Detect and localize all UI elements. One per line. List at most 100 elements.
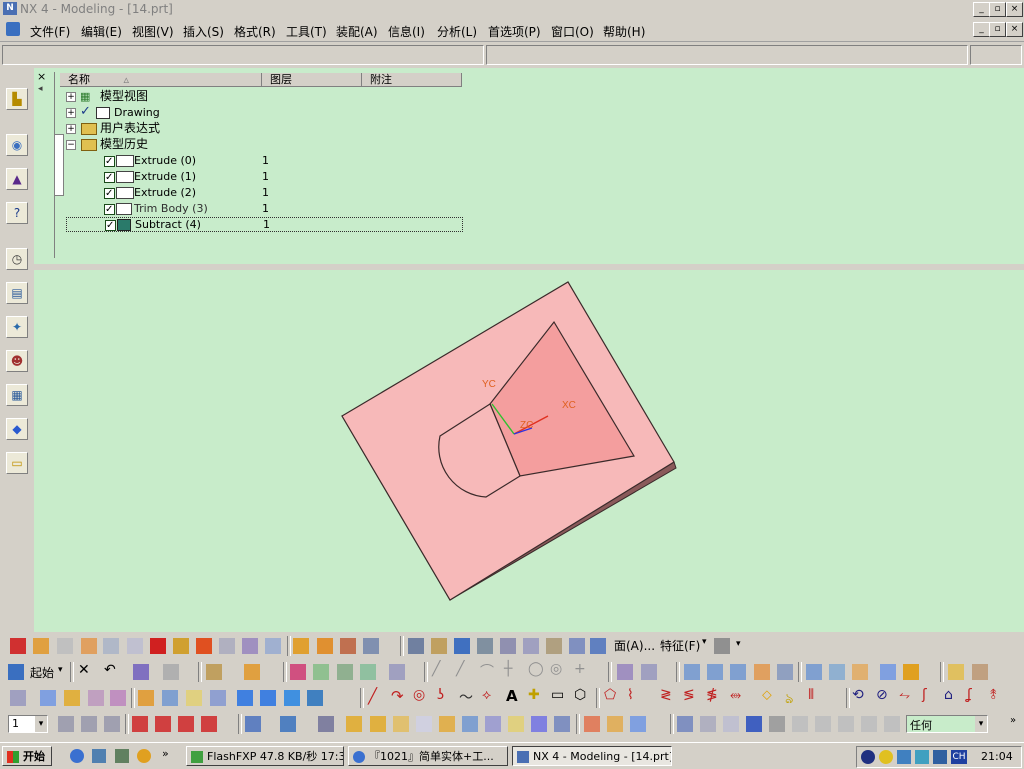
offset-curve-icon[interactable]: ⬠ [604,687,616,703]
join-curve-icon[interactable]: ≸ [706,687,718,703]
close-button[interactable]: × [1006,2,1023,17]
intersect-curve-icon[interactable]: ⥈ [730,687,741,703]
wcs-orient-icon[interactable] [201,716,217,732]
line-icon[interactable]: ╱ [432,661,440,677]
view-icon-7[interactable] [162,690,178,706]
filter-dropdown-arrow-icon[interactable]: ▾ [975,716,987,732]
view-icon-13[interactable] [307,690,323,706]
simplify-icon[interactable] [546,638,562,654]
tree-node-model-views[interactable]: + ▦ 模型视图 [66,89,466,104]
view-icon-8[interactable] [186,690,202,706]
solid-icon-10[interactable] [554,716,570,732]
view-icon-9[interactable] [210,690,226,706]
quicklaunch-overflow-icon[interactable]: » [162,747,169,760]
menu-preferences[interactable]: 首选项(P) [488,23,541,40]
navigator-pin-icon[interactable]: ◂ [38,84,43,94]
reuse-library-icon[interactable]: ▤ [6,282,28,304]
close-part-icon[interactable]: ✕ [78,662,90,678]
divide-curve-icon[interactable]: ʃ [922,687,927,703]
surface-icon-4[interactable] [754,664,770,680]
doc-close-button[interactable]: × [1006,22,1023,37]
split-body-icon[interactable] [500,638,516,654]
view-icon-5[interactable] [110,690,126,706]
folder-icon[interactable]: ▭ [6,452,28,474]
project-curve-icon[interactable]: ≷ [660,687,672,703]
view-icon-1[interactable] [10,690,26,706]
zoom-icon[interactable] [700,716,716,732]
solid-icon-9[interactable] [531,716,547,732]
visibility-checkbox[interactable] [104,202,115,217]
feature-dropdown-arrow-icon[interactable]: ▾ [702,637,707,647]
task-nx[interactable]: NX 4 - Modeling - [14.prt] [512,746,672,766]
visibility-checkbox[interactable] [104,186,115,201]
trim-body-icon[interactable] [523,638,539,654]
surface-icon-3[interactable] [730,664,746,680]
tree-node-user-expressions[interactable]: + 用户表达式 [66,121,466,136]
datum-plane-icon[interactable] [244,664,260,680]
column-layer[interactable]: 图层 [262,73,362,87]
menu-info[interactable]: 信息(I) [388,23,425,40]
shaded-icon[interactable] [746,716,762,732]
surface-icon-2[interactable] [707,664,723,680]
feature-row-subtract[interactable]: Subtract (4) 1 [66,217,463,233]
tree-node-model-history[interactable]: − 模型历史 [66,137,466,152]
doc-restore-button[interactable]: ▫ [989,22,1006,37]
task-flashfxp[interactable]: FlashFXP 47.8 KB/秒 17:3... [186,746,344,766]
solid-icon-4[interactable] [416,716,432,732]
edge-blend-icon[interactable] [293,638,309,654]
offset-face-icon[interactable] [454,638,470,654]
expand-icon[interactable]: + [66,124,76,134]
hole-icon[interactable] [103,638,119,654]
tools-dropdown-arrow-icon[interactable]: ▾ [736,639,741,649]
measure-icon[interactable] [972,664,988,680]
media-player-icon[interactable] [137,749,151,763]
minimize-button[interactable]: _ [973,2,990,17]
desktop-icon[interactable] [115,749,129,763]
surface-icon-6[interactable] [806,664,822,680]
surface-icon-1[interactable] [684,664,700,680]
slot-icon[interactable] [196,638,212,654]
view-icon-4[interactable] [88,690,104,706]
solid-icon-2[interactable] [370,716,386,732]
column-name[interactable]: 名称 ▵ [60,73,262,87]
part-navigator-icon[interactable]: ◉ [6,134,28,156]
tray-icon-4[interactable] [915,750,929,764]
feature-row-trim-body[interactable]: Trim Body (3) 1 [66,201,466,217]
view-icon-3[interactable] [64,690,80,706]
solid-icon-8[interactable] [508,716,524,732]
collapse-icon[interactable]: − [66,140,76,150]
tfr-view-icon[interactable] [884,716,900,732]
start-dropdown-arrow-icon[interactable]: ▾ [58,665,63,675]
show-all-icon[interactable] [630,716,646,732]
isoparametric-icon[interactable]: ⦀ [808,687,814,703]
fillet-tool-icon[interactable]: ʖ [437,687,444,703]
thread-icon[interactable] [265,638,281,654]
view-icon-10[interactable] [237,690,253,706]
roles-icon[interactable]: ☻ [6,350,28,372]
visibility-checkbox[interactable] [104,170,115,185]
menu-analysis[interactable]: 分析(L) [437,23,477,40]
menu-edit[interactable]: 编辑(E) [81,23,122,40]
filter-icon[interactable] [280,716,296,732]
boss-icon[interactable] [127,638,143,654]
graphics-window[interactable]: YC XC ZC [34,270,1024,632]
column-comment[interactable]: 附注 [362,73,462,87]
pad-icon[interactable] [173,638,189,654]
visibility-checkbox[interactable] [104,154,115,169]
undo-icon[interactable]: ↶ [104,662,116,678]
rectangle-icon[interactable] [290,664,306,680]
solid-icon-1[interactable] [346,716,362,732]
diamond-icon[interactable] [337,664,353,680]
wrap-icon[interactable] [569,638,585,654]
menu-view[interactable]: 视图(V) [132,23,174,40]
spline-tool-icon[interactable]: 〜 [459,687,473,707]
ie-icon[interactable] [70,749,84,763]
scale-icon[interactable] [477,638,493,654]
cylinder-icon[interactable] [33,638,49,654]
help-icon[interactable]: ? [6,202,28,224]
tray-icon-1[interactable] [861,750,875,764]
point-icon[interactable] [206,664,222,680]
assembly-navigator-icon[interactable]: ▙ [6,88,28,110]
view-icon-6[interactable] [138,690,154,706]
task-browser[interactable]: 『1021』简单实体+工... [348,746,508,766]
